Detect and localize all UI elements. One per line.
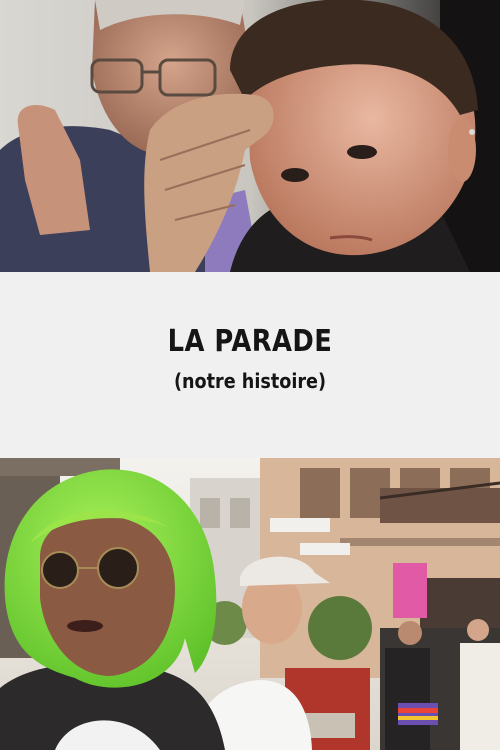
top-photo xyxy=(0,0,500,272)
bottom-photo xyxy=(0,458,500,750)
title-panel: LA PARADE (notre histoire) xyxy=(0,272,500,458)
poster-subtitle: (notre histoire) xyxy=(173,369,327,393)
top-photo-illustration xyxy=(0,0,500,272)
poster-title: LA PARADE xyxy=(167,324,333,359)
bottom-photo-illustration xyxy=(0,458,500,750)
